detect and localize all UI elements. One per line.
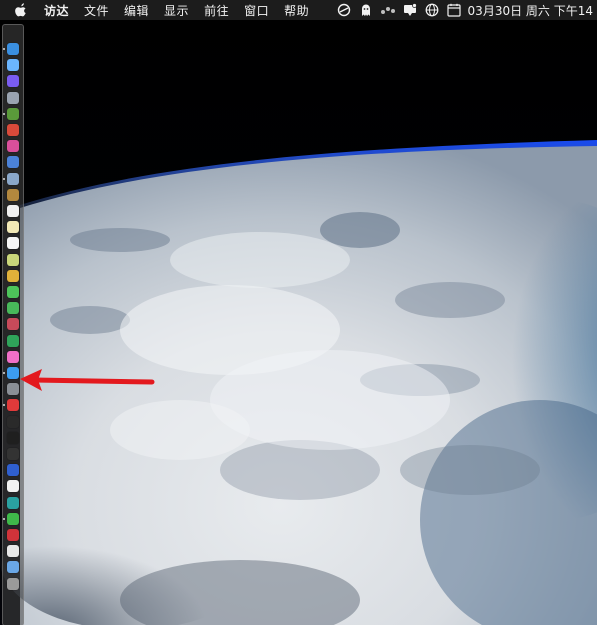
finder-icon[interactable]	[7, 43, 19, 55]
photo-booth-icon[interactable]	[7, 318, 19, 331]
app-store-icon[interactable]	[7, 367, 19, 379]
calendar-app-icon[interactable]	[7, 205, 19, 217]
numbers-icon[interactable]	[7, 334, 19, 347]
network-icon[interactable]	[7, 496, 19, 509]
folder-icon[interactable]	[7, 561, 19, 574]
dock	[2, 24, 24, 625]
menu-clock[interactable]: 03月30日 周六 下午14	[468, 2, 593, 19]
menu-edit[interactable]: 编辑	[124, 2, 149, 19]
sync-icon[interactable]	[336, 2, 352, 18]
safari-icon[interactable]	[7, 59, 19, 72]
running-indicator	[3, 112, 5, 115]
wechat-icon[interactable]	[7, 512, 19, 525]
activity-monitor-icon[interactable]	[7, 431, 19, 444]
trash-icon[interactable]	[7, 577, 19, 590]
itunes-icon[interactable]	[7, 350, 19, 363]
preview-icon[interactable]	[7, 172, 19, 185]
running-indicator	[3, 177, 5, 180]
file-icon[interactable]	[7, 545, 19, 558]
photos-icon[interactable]	[7, 253, 19, 266]
menu-help[interactable]: 帮助	[284, 2, 309, 19]
reminders-icon[interactable]	[7, 237, 19, 250]
android-studio-icon[interactable]	[7, 107, 19, 120]
app-pink-icon[interactable]	[7, 140, 19, 153]
running-indicator	[3, 372, 5, 374]
globe-icon[interactable]	[424, 2, 440, 18]
notification-icon[interactable]	[402, 2, 418, 18]
menu-view[interactable]: 显示	[164, 2, 189, 19]
running-indicator	[3, 48, 5, 50]
annotation-arrow-icon	[20, 368, 156, 398]
running-indicator	[3, 517, 5, 520]
desktop: 访达 文件 编辑 显示 前往 窗口 帮助 03月30日 周六 下午14	[0, 0, 597, 625]
apple-icon[interactable]	[14, 3, 28, 17]
vpn-icon[interactable]	[7, 464, 19, 477]
wallpaper-earth-from-orbit	[0, 0, 597, 625]
yandex-icon[interactable]	[7, 480, 19, 493]
xcode-icon[interactable]	[7, 156, 19, 169]
menu-app-finder[interactable]: 访达	[44, 2, 69, 19]
terminal-icon[interactable]	[7, 415, 19, 428]
running-indicator	[3, 404, 5, 407]
notes-icon[interactable]	[7, 221, 19, 234]
menu-bar: 访达 文件 编辑 显示 前往 窗口 帮助 03月30日 周六 下午14	[0, 0, 597, 20]
vivaldi-icon[interactable]	[7, 399, 19, 412]
system-preferences-icon[interactable]	[7, 383, 19, 396]
app-red-icon[interactable]	[7, 124, 19, 136]
netease-music-icon[interactable]	[7, 529, 19, 541]
messages-icon[interactable]	[7, 286, 19, 298]
launchpad-icon[interactable]	[7, 91, 19, 104]
siri-icon[interactable]	[7, 75, 19, 88]
facetime-icon[interactable]	[7, 302, 19, 315]
status-area: 03月30日 周六 下午14	[336, 0, 597, 20]
menu-window[interactable]: 窗口	[244, 2, 269, 19]
notebook-icon[interactable]	[7, 188, 19, 201]
qq-ghost-icon[interactable]	[358, 2, 374, 18]
dots-icon[interactable]	[380, 2, 396, 18]
menu-file[interactable]: 文件	[84, 2, 109, 19]
menu-go[interactable]: 前往	[204, 2, 229, 19]
console-icon[interactable]	[7, 448, 19, 460]
calendar-icon[interactable]	[446, 2, 462, 18]
chrome-icon[interactable]	[7, 269, 19, 282]
